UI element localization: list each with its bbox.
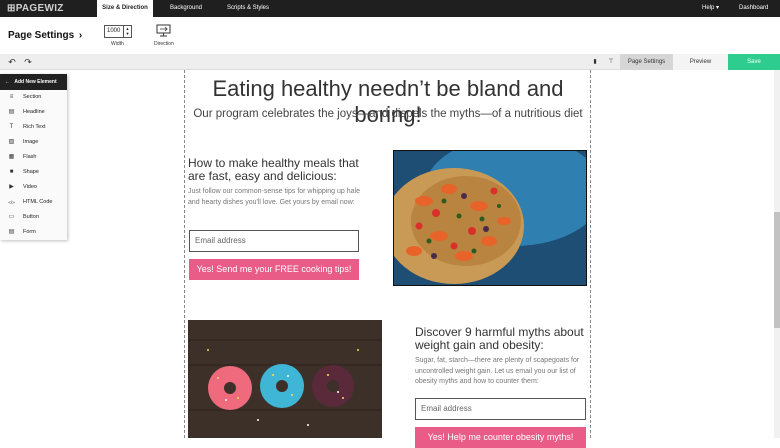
sidebar-item-shape[interactable]: ■ Shape bbox=[0, 165, 67, 180]
preview-button[interactable]: Preview bbox=[673, 54, 728, 70]
logo-mark-icon: ⊞ bbox=[7, 3, 16, 14]
sidebar-item-video[interactable]: ▶ Video bbox=[0, 180, 67, 195]
section2-email-field[interactable]: Email address bbox=[415, 398, 586, 420]
sidebar-item-label: Image bbox=[23, 139, 39, 145]
section1-cta-button[interactable]: Yes! Send me your FREE cooking tips! bbox=[189, 259, 359, 280]
undo-icon[interactable]: ↶ bbox=[6, 54, 18, 70]
page-headline[interactable]: Eating healthy needn’t be bland and bori… bbox=[188, 76, 588, 128]
left-guide-line bbox=[184, 70, 185, 438]
width-value: 1000 bbox=[107, 28, 121, 34]
chevron-down-icon[interactable]: ▼ bbox=[124, 31, 131, 36]
sidebar-item-rich-text[interactable]: T Rich Text bbox=[0, 120, 67, 135]
sidebar-item-label: Flash bbox=[23, 154, 37, 160]
sidebar-item-label: Section bbox=[23, 94, 42, 100]
logo-text: PAGEWIZ bbox=[15, 3, 64, 14]
redo-icon[interactable]: ↷ bbox=[22, 54, 34, 70]
sidebar-item-headline[interactable]: ▤ Headline bbox=[0, 105, 67, 120]
button-icon: ▭ bbox=[8, 214, 15, 220]
scrollbar-thumb[interactable] bbox=[774, 212, 780, 328]
sidebar-item-label: Video bbox=[23, 184, 37, 190]
width-label: Width bbox=[111, 41, 124, 47]
width-input[interactable]: 1000 ▲ ▼ bbox=[104, 25, 132, 38]
editor-toolbar: ↶ ↷ ▮ ⊤ Page Settings Preview Save bbox=[0, 54, 780, 70]
sidebar-item-section[interactable]: ≡ Section bbox=[0, 90, 67, 105]
tab-size-direction[interactable]: Size & Direction bbox=[97, 0, 153, 17]
sidebar-item-label: Rich Text bbox=[23, 124, 46, 130]
sidebar-item-html-code[interactable]: </> HTML Code bbox=[0, 195, 67, 210]
section2-body[interactable]: Sugar, fat, starch—there are plenty of s… bbox=[415, 356, 590, 388]
page-settings-button[interactable]: Page Settings bbox=[620, 54, 673, 70]
flash-icon: ▦ bbox=[8, 154, 15, 160]
page-subheadline[interactable]: Our program celebrates the joys—and disp… bbox=[188, 108, 588, 120]
page-settings-label: Page Settings bbox=[8, 30, 75, 41]
dashboard-link[interactable]: Dashboard bbox=[739, 0, 768, 17]
sidebar-item-form[interactable]: ▤ Form bbox=[0, 225, 67, 240]
add-element-header-label: Add New Element bbox=[14, 79, 57, 85]
chevron-right-icon: › bbox=[78, 30, 83, 41]
arrow-left-icon[interactable]: ← bbox=[5, 79, 10, 85]
add-element-panel: ← Add New Element ≡ Section ▤ Headline T Ri… bbox=[0, 74, 67, 240]
sidebar-item-button[interactable]: ▭ Button bbox=[0, 210, 67, 225]
settings-row: Page Settings › 1000 ▲ ▼ Width Direction bbox=[0, 17, 780, 54]
align-top-icon[interactable]: ⊤ bbox=[605, 54, 617, 70]
direction-label: Direction bbox=[154, 41, 174, 47]
sidebar-item-label: Button bbox=[23, 214, 39, 220]
code-icon: </> bbox=[8, 200, 15, 205]
sidebar-item-label: Shape bbox=[23, 169, 39, 175]
section1-body[interactable]: Just follow our common-sense tips for wh… bbox=[188, 187, 363, 208]
sidebar-item-label: HTML Code bbox=[23, 199, 53, 205]
help-menu[interactable]: Help ▾ bbox=[702, 0, 719, 17]
page-settings-title[interactable]: Page Settings › bbox=[8, 30, 82, 41]
width-stepper[interactable]: ▲ ▼ bbox=[123, 26, 131, 37]
text-icon: T bbox=[9, 124, 14, 130]
section-icon: ≡ bbox=[9, 94, 14, 100]
tab-scripts-styles[interactable]: Scripts & Styles bbox=[217, 0, 279, 17]
shape-icon: ■ bbox=[9, 169, 14, 175]
section2-title[interactable]: Discover 9 harmful myths about weight ga… bbox=[415, 326, 590, 352]
pagewiz-logo[interactable]: ⊞PAGEWIZ bbox=[7, 3, 64, 14]
sidebar-item-image[interactable]: ▨ Image bbox=[0, 135, 67, 150]
sidebar-item-label: Form bbox=[23, 229, 36, 235]
section1-email-field[interactable]: Email address bbox=[189, 230, 359, 252]
save-button[interactable]: Save bbox=[728, 54, 780, 70]
food-image[interactable] bbox=[393, 150, 587, 286]
tab-background[interactable]: Background bbox=[155, 0, 217, 17]
add-element-header[interactable]: ← Add New Element bbox=[0, 74, 67, 90]
direction-icon[interactable] bbox=[156, 24, 171, 37]
top-bar: ⊞PAGEWIZ Size & Direction Background Scr… bbox=[0, 0, 780, 17]
section1-title[interactable]: How to make healthy meals that are fast,… bbox=[188, 157, 368, 183]
sidebar-item-label: Headline bbox=[23, 109, 45, 115]
video-icon: ▶ bbox=[9, 184, 14, 190]
image-icon: ▨ bbox=[8, 139, 15, 145]
form-icon: ▤ bbox=[8, 229, 15, 235]
headline-icon: ▤ bbox=[8, 109, 15, 115]
desktop-view-icon[interactable]: ▮ bbox=[589, 54, 601, 70]
right-guide-line bbox=[590, 70, 591, 438]
sidebar-item-flash[interactable]: ▦ Flash bbox=[0, 150, 67, 165]
donuts-image[interactable] bbox=[188, 320, 382, 438]
